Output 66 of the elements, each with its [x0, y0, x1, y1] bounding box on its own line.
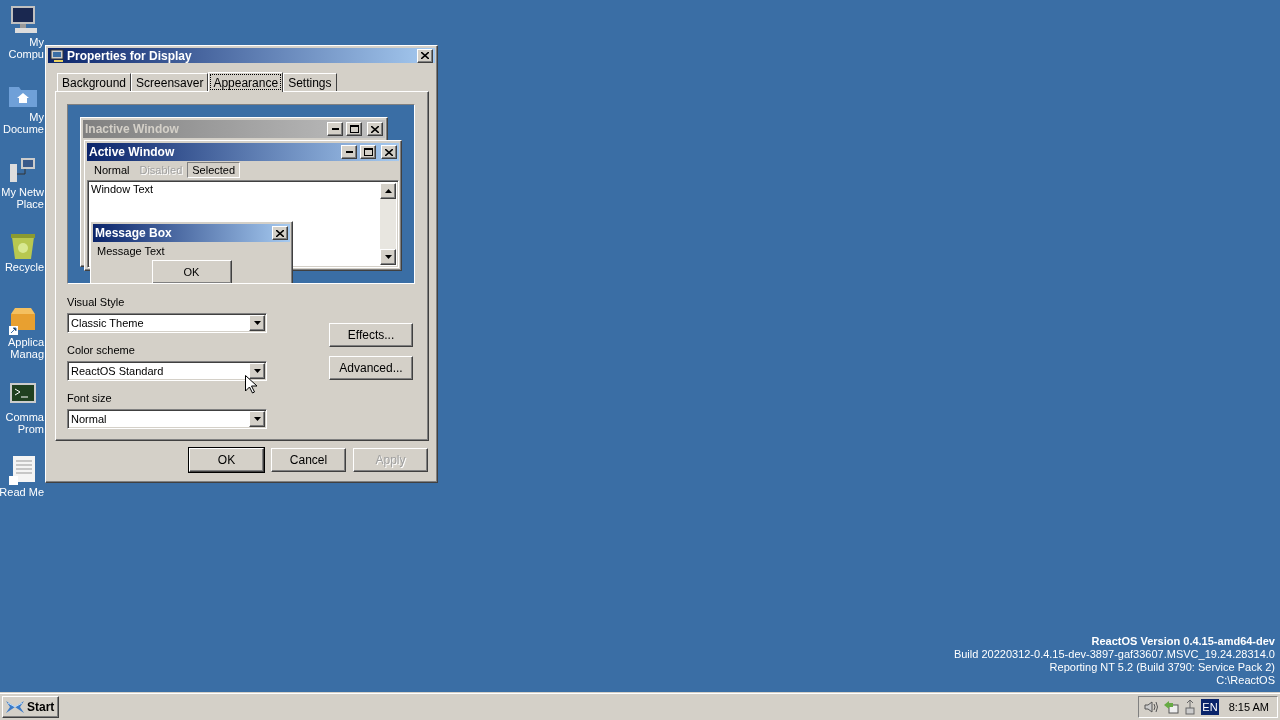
dropdown-field[interactable]: Normal [67, 409, 267, 429]
close-button[interactable] [367, 122, 383, 136]
window-title: Message Box [95, 226, 173, 240]
field-label: Color scheme [67, 344, 136, 357]
close-icon [371, 125, 379, 133]
desktop-icon-label[interactable]: Read Me [0, 486, 45, 498]
close-button[interactable] [272, 226, 288, 240]
close-button[interactable] [417, 48, 433, 63]
caret-icon [253, 321, 261, 325]
field-label: Font size [67, 392, 113, 405]
mouse-pointer-icon [245, 375, 257, 394]
minimize-button[interactable] [341, 145, 357, 159]
up-arrow-icon [384, 189, 392, 193]
window-title: Inactive Window [85, 122, 180, 136]
maximize-button[interactable] [346, 122, 362, 136]
desktop-icon-label[interactable]: Applica Manag [7, 336, 45, 360]
desktop-icon-label[interactable]: My Docume [3, 111, 45, 135]
window-title: Properties for Display [67, 48, 193, 63]
usb-icon [1183, 699, 1198, 715]
version-text: Build 20220312-0.4.15-dev-3897-gaf33607.MSVC_19.24.28314.0 [953, 648, 1275, 661]
scroll-down-button[interactable] [380, 249, 396, 265]
dialog-button[interactable]: Cancel [271, 448, 346, 472]
minimize-icon [331, 128, 339, 130]
network-icon [1163, 699, 1180, 715]
tab[interactable]: Appearance [208, 72, 284, 92]
close-icon [421, 52, 429, 59]
desktop-icon-label[interactable]: Comma Prom [5, 411, 45, 435]
dropdown-button[interactable] [249, 315, 265, 331]
message-text: Message Text [96, 244, 166, 259]
maximize-icon [363, 148, 373, 156]
ok-button[interactable]: OK [151, 260, 232, 283]
start-button[interactable]: Start [2, 696, 60, 718]
dropdown-button[interactable] [249, 411, 265, 427]
desktop-icon-label[interactable]: My Compu [8, 36, 45, 60]
tab[interactable]: Screensaver [131, 73, 209, 91]
scroll-up-button[interactable] [380, 183, 396, 199]
clock: 8:15 AM [1228, 701, 1269, 713]
dialog-button[interactable]: Advanced... [329, 356, 413, 380]
caret-icon [253, 417, 261, 421]
desktop-icon-label[interactable]: My Netw Place [1, 186, 45, 210]
menu-item[interactable]: Normal [89, 162, 135, 178]
tab[interactable]: Settings [283, 73, 337, 91]
monitor-icon [50, 48, 64, 63]
maximize-icon [349, 125, 359, 133]
speaker-icon [1143, 699, 1160, 715]
menu-item[interactable]: Selected [187, 162, 241, 178]
language-indicator[interactable]: EN [1201, 699, 1219, 715]
minimize-button[interactable] [327, 122, 343, 136]
version-text: ReactOS Version 0.4.15-amd64-dev [1091, 635, 1275, 648]
version-text: Reporting NT 5.2 (Build 3790: Service Pack 2) [1049, 661, 1275, 674]
dialog-button[interactable]: Effects... [329, 323, 413, 347]
tab[interactable]: Background [57, 73, 132, 91]
close-icon [276, 229, 284, 237]
version-text: C:\ReactOS [1216, 674, 1275, 687]
desktop-icon-label[interactable]: Recycle [4, 261, 45, 273]
close-button[interactable] [381, 145, 397, 159]
close-icon [385, 148, 393, 156]
down-arrow-icon [384, 255, 392, 259]
minimize-icon [345, 151, 353, 153]
dropdown-field[interactable]: Classic Theme [67, 313, 267, 333]
window-title: Active Window [89, 145, 176, 159]
logo-icon [5, 700, 25, 714]
field-label: Visual Style [67, 296, 126, 309]
window-text: Window Text [90, 182, 155, 197]
maximize-button[interactable] [360, 145, 376, 159]
dialog-button[interactable]: OK [189, 448, 264, 472]
